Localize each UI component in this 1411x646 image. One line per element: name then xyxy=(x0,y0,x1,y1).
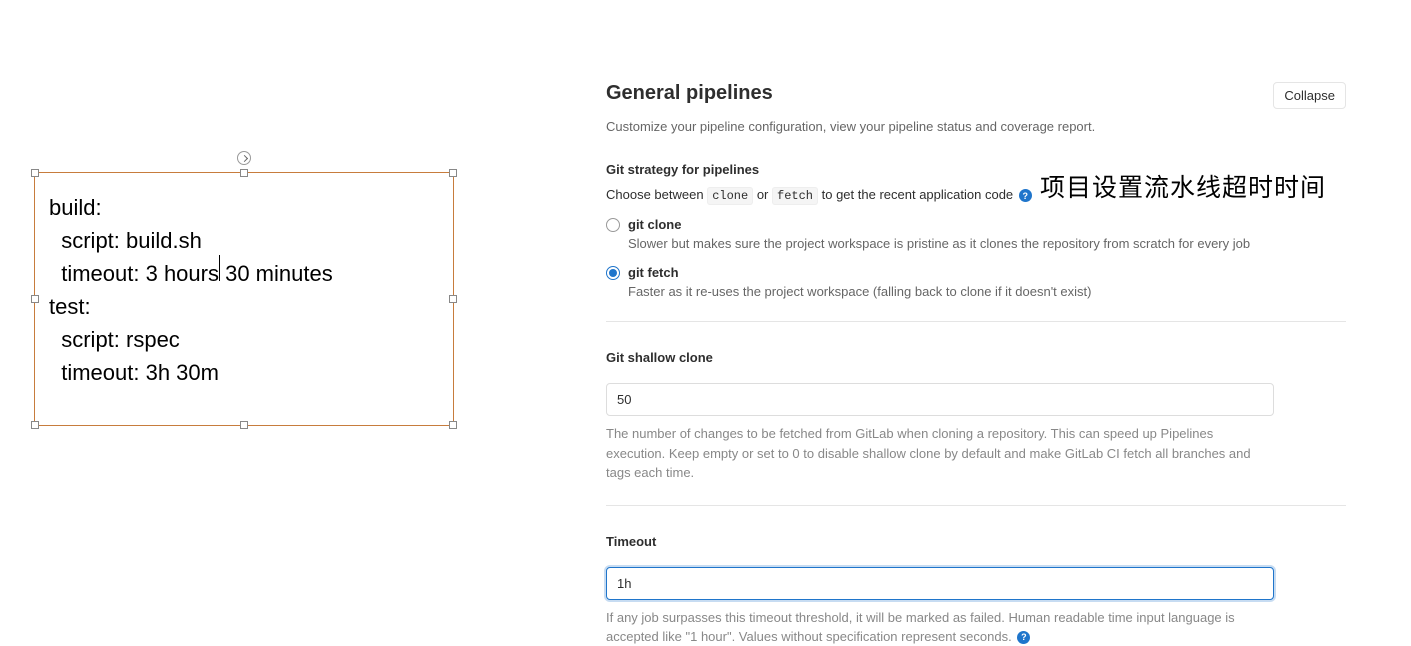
panel-subtitle: Customize your pipeline configuration, v… xyxy=(606,119,1346,134)
yaml-editor-box[interactable]: build: script: build.sh timeout: 3 hours… xyxy=(34,172,454,426)
timeout-section: Timeout If any job surpasses this timeou… xyxy=(606,534,1346,646)
text: to get the recent application code xyxy=(818,187,1017,202)
code-line: script: build.sh xyxy=(49,224,439,257)
radio-input[interactable] xyxy=(606,266,620,280)
shallow-clone-hint: The number of changes to be fetched from… xyxy=(606,424,1274,483)
text: Choose between xyxy=(606,187,707,202)
code-line: test: xyxy=(49,290,439,323)
divider xyxy=(606,505,1346,506)
shallow-clone-input[interactable] xyxy=(606,383,1274,416)
radio-help: Faster as it re-uses the project workspa… xyxy=(628,284,1346,299)
code-token: clone xyxy=(707,187,753,205)
text: or xyxy=(753,187,772,202)
panel-title: General pipelines xyxy=(606,82,773,105)
radio-git-clone[interactable]: git clone xyxy=(606,217,1346,232)
resize-handle[interactable] xyxy=(449,421,457,429)
code-line: script: rspec xyxy=(49,323,439,356)
help-icon[interactable]: ? xyxy=(1019,189,1032,202)
text: If any job surpasses this timeout thresh… xyxy=(606,610,1235,645)
help-icon[interactable]: ? xyxy=(1017,631,1030,644)
radio-input[interactable] xyxy=(606,218,620,232)
resize-handle[interactable] xyxy=(240,169,248,177)
timeout-title: Timeout xyxy=(606,534,1346,549)
shallow-clone-section: Git shallow clone The number of changes … xyxy=(606,350,1346,483)
git-strategy-section: Git strategy for pipelines Choose betwee… xyxy=(606,162,1346,299)
resize-handle[interactable] xyxy=(31,169,39,177)
resize-handle[interactable] xyxy=(31,295,39,303)
code-line: build: xyxy=(49,191,439,224)
git-strategy-desc: Choose between clone or fetch to get the… xyxy=(606,187,1346,203)
code-line: timeout: 3 hours 30 minutes xyxy=(49,257,439,290)
rotate-handle-icon[interactable] xyxy=(237,151,251,165)
text-cursor xyxy=(219,255,220,281)
divider xyxy=(606,321,1346,322)
code-line: timeout: 3h 30m xyxy=(49,356,439,389)
radio-help: Slower but makes sure the project worksp… xyxy=(628,236,1346,251)
resize-handle[interactable] xyxy=(31,421,39,429)
radio-label: git clone xyxy=(628,217,681,232)
shallow-clone-title: Git shallow clone xyxy=(606,350,1346,365)
radio-label: git fetch xyxy=(628,265,679,280)
code-token: fetch xyxy=(772,187,818,205)
radio-git-fetch[interactable]: git fetch xyxy=(606,265,1346,280)
resize-handle[interactable] xyxy=(240,421,248,429)
collapse-button[interactable]: Collapse xyxy=(1273,82,1346,109)
git-strategy-title: Git strategy for pipelines xyxy=(606,162,1346,177)
timeout-input[interactable] xyxy=(606,567,1274,600)
timeout-hint: If any job surpasses this timeout thresh… xyxy=(606,608,1274,646)
general-pipelines-panel: General pipelines Collapse Customize you… xyxy=(606,82,1346,646)
resize-handle[interactable] xyxy=(449,295,457,303)
resize-handle[interactable] xyxy=(449,169,457,177)
